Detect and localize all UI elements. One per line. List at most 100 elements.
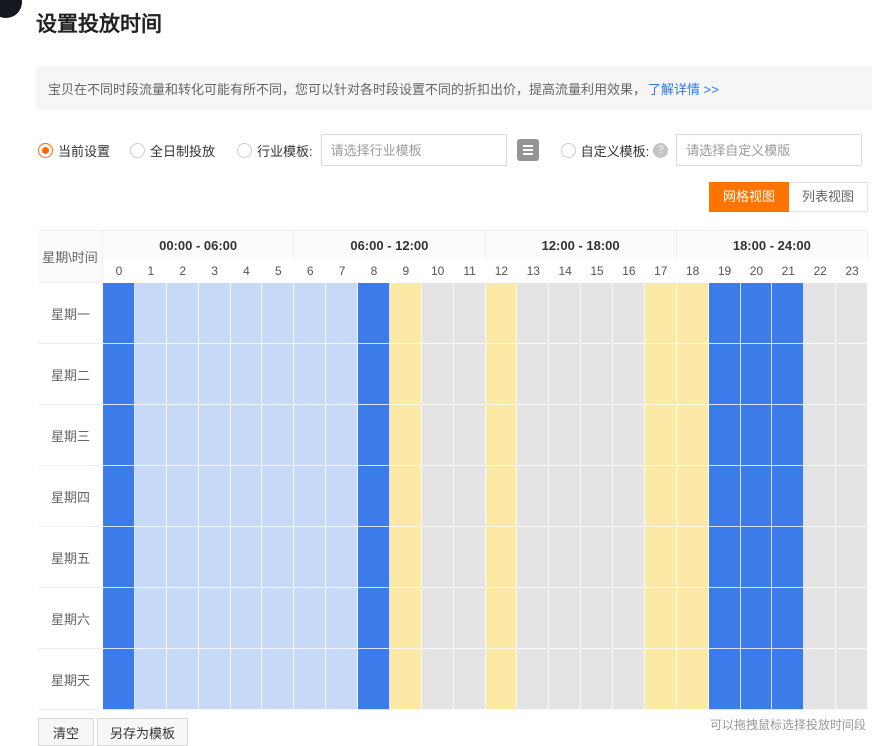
schedule-cell[interactable]	[549, 283, 581, 344]
schedule-cell[interactable]	[486, 527, 518, 588]
schedule-cell[interactable]	[645, 405, 677, 466]
schedule-cell[interactable]	[517, 527, 549, 588]
schedule-cell[interactable]	[135, 649, 167, 710]
schedule-cell[interactable]	[709, 283, 741, 344]
schedule-cell[interactable]	[741, 466, 773, 527]
industry-template-input[interactable]	[321, 134, 507, 166]
schedule-cell[interactable]	[645, 283, 677, 344]
schedule-cell[interactable]	[804, 344, 836, 405]
schedule-cell[interactable]	[804, 588, 836, 649]
schedule-cell[interactable]	[549, 527, 581, 588]
schedule-cell[interactable]	[709, 344, 741, 405]
schedule-cell[interactable]	[549, 649, 581, 710]
schedule-cell[interactable]	[517, 405, 549, 466]
learn-more-link[interactable]: 了解详情 >>	[648, 79, 719, 98]
schedule-cell[interactable]	[358, 405, 390, 466]
mode-industry-option[interactable]: 行业模板:	[237, 141, 313, 160]
schedule-cell[interactable]	[677, 649, 709, 710]
schedule-cell[interactable]	[231, 649, 263, 710]
mode-allday-option[interactable]: 全日制投放	[130, 141, 215, 160]
schedule-cell[interactable]	[390, 588, 422, 649]
schedule-cell[interactable]	[741, 588, 773, 649]
schedule-cell[interactable]	[454, 405, 486, 466]
schedule-cell[interactable]	[804, 283, 836, 344]
schedule-cell[interactable]	[645, 466, 677, 527]
schedule-cell[interactable]	[645, 344, 677, 405]
schedule-cell[interactable]	[454, 344, 486, 405]
schedule-cell[interactable]	[677, 588, 709, 649]
schedule-cell[interactable]	[517, 283, 549, 344]
schedule-cell[interactable]	[454, 649, 486, 710]
schedule-cell[interactable]	[741, 283, 773, 344]
radio-checked-icon[interactable]	[38, 143, 53, 158]
schedule-cell[interactable]	[390, 344, 422, 405]
schedule-cell[interactable]	[741, 649, 773, 710]
schedule-cell[interactable]	[677, 344, 709, 405]
schedule-cell[interactable]	[804, 466, 836, 527]
schedule-cell[interactable]	[836, 527, 868, 588]
schedule-cell[interactable]	[167, 527, 199, 588]
schedule-cell[interactable]	[422, 649, 454, 710]
schedule-cell[interactable]	[581, 588, 613, 649]
schedule-cell[interactable]	[231, 527, 263, 588]
schedule-cell[interactable]	[709, 405, 741, 466]
schedule-cell[interactable]	[358, 344, 390, 405]
schedule-cell[interactable]	[836, 344, 868, 405]
schedule-cell[interactable]	[262, 649, 294, 710]
schedule-cell[interactable]	[422, 588, 454, 649]
schedule-cell[interactable]	[613, 588, 645, 649]
schedule-cell[interactable]	[804, 649, 836, 710]
save-as-template-button[interactable]: 另存为模板	[97, 718, 188, 746]
schedule-cell[interactable]	[772, 649, 804, 710]
schedule-cell[interactable]	[262, 588, 294, 649]
schedule-cell[interactable]	[167, 405, 199, 466]
schedule-cell[interactable]	[294, 344, 326, 405]
schedule-cell[interactable]	[199, 405, 231, 466]
schedule-cell[interactable]	[549, 405, 581, 466]
schedule-cell[interactable]	[804, 527, 836, 588]
schedule-cell[interactable]	[422, 466, 454, 527]
schedule-cell[interactable]	[135, 405, 167, 466]
schedule-cell[interactable]	[390, 527, 422, 588]
schedule-cell[interactable]	[836, 649, 868, 710]
schedule-cell[interactable]	[294, 283, 326, 344]
schedule-cell[interactable]	[613, 344, 645, 405]
schedule-cell[interactable]	[199, 466, 231, 527]
schedule-cell[interactable]	[231, 466, 263, 527]
schedule-cell[interactable]	[326, 527, 358, 588]
schedule-cell[interactable]	[772, 344, 804, 405]
schedule-cell[interactable]	[709, 649, 741, 710]
schedule-cell[interactable]	[836, 283, 868, 344]
schedule-cell[interactable]	[581, 283, 613, 344]
schedule-cell[interactable]	[103, 649, 135, 710]
schedule-cell[interactable]	[199, 588, 231, 649]
schedule-cell[interactable]	[517, 588, 549, 649]
schedule-cell[interactable]	[294, 466, 326, 527]
schedule-cell[interactable]	[772, 405, 804, 466]
schedule-cell[interactable]	[772, 466, 804, 527]
schedule-cell[interactable]	[167, 283, 199, 344]
schedule-cell[interactable]	[517, 649, 549, 710]
schedule-cell[interactable]	[167, 588, 199, 649]
custom-template-input[interactable]	[676, 134, 862, 166]
schedule-cell[interactable]	[103, 405, 135, 466]
schedule-cell[interactable]	[358, 588, 390, 649]
mode-custom-option[interactable]: 自定义模板: ?	[561, 141, 669, 160]
schedule-cell[interactable]	[358, 527, 390, 588]
schedule-cell[interactable]	[486, 649, 518, 710]
schedule-cell[interactable]	[326, 649, 358, 710]
schedule-cell[interactable]	[836, 466, 868, 527]
schedule-cell[interactable]	[231, 344, 263, 405]
schedule-cell[interactable]	[326, 405, 358, 466]
schedule-cell[interactable]	[422, 527, 454, 588]
schedule-cell[interactable]	[741, 344, 773, 405]
schedule-cell[interactable]	[199, 649, 231, 710]
radio-icon[interactable]	[237, 143, 252, 158]
schedule-cell[interactable]	[486, 588, 518, 649]
schedule-cell[interactable]	[581, 649, 613, 710]
schedule-cell[interactable]	[549, 344, 581, 405]
schedule-cell[interactable]	[326, 466, 358, 527]
schedule-cell[interactable]	[613, 649, 645, 710]
schedule-cell[interactable]	[294, 405, 326, 466]
schedule-cell[interactable]	[741, 405, 773, 466]
